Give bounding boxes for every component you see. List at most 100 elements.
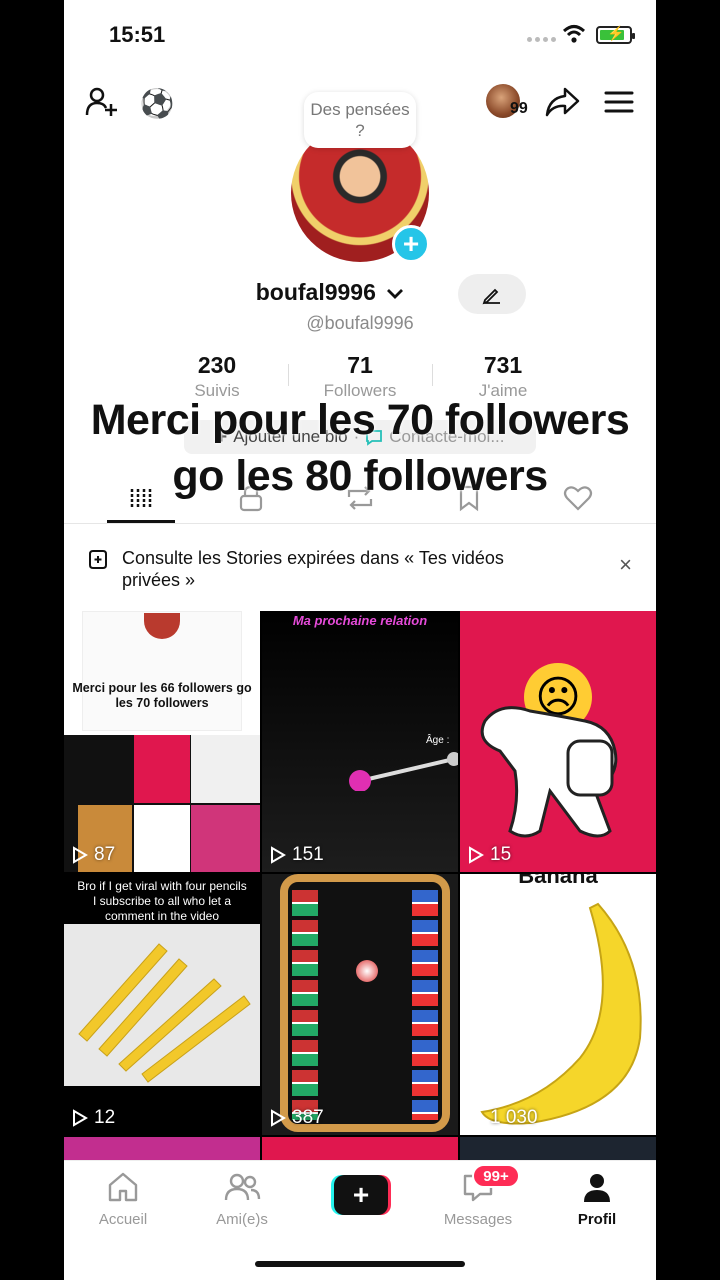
tab-private[interactable] (231, 480, 271, 516)
thumbnail-photo (64, 924, 260, 1086)
menu-button[interactable] (600, 82, 638, 122)
video-grid: Merci pour les 66 followers go les 70 fo… (64, 611, 656, 1161)
thumbnail-caption: Merci pour les 66 followers go les 70 fo… (72, 681, 252, 710)
view-count: 151 (270, 844, 324, 866)
stories-banner-text: Consulte les Stories expirées dans « Tes… (122, 548, 504, 590)
nav-label: Ami(e)s (216, 1211, 268, 1228)
create-button[interactable]: + (331, 1175, 391, 1215)
stat-label: J'aime (478, 381, 528, 400)
close-icon[interactable]: × (619, 552, 632, 578)
visitor-count: 99 (510, 100, 528, 117)
contact-link[interactable]: Contacte-moi... (389, 427, 504, 447)
tab-videos[interactable] (121, 480, 161, 516)
repost-icon (347, 486, 373, 510)
play-icon (73, 1109, 88, 1127)
nav-label: Profil (577, 1211, 617, 1228)
view-count: 387 (270, 1107, 324, 1129)
battery-icon: ⚡ (596, 25, 635, 44)
plus-icon: + (215, 425, 228, 448)
flags-arena (280, 874, 450, 1132)
stories-banner[interactable]: Consulte les Stories expirées dans « Tes… (64, 530, 656, 610)
tab-reposts[interactable] (340, 480, 380, 516)
video-thumbnail[interactable]: Banana 1 030 (460, 874, 656, 1135)
thumbnail-caption: Banana (518, 874, 598, 888)
flags-column-left (292, 890, 318, 1120)
nav-profile[interactable]: Profil (547, 1171, 647, 1228)
view-count-text: 387 (292, 1107, 324, 1128)
video-thumbnail[interactable] (64, 1137, 260, 1161)
tab-liked[interactable] (558, 480, 598, 516)
nav-label: Accueil (98, 1211, 148, 1228)
stat-value: 731 (483, 352, 523, 378)
nav-label: Messages (443, 1211, 513, 1228)
video-thumbnail[interactable]: Ma prochaine relation Âge : 151 (262, 611, 458, 872)
app-screen: 15:51 ⚡ ⚽ 99 Des pensées ? + boufal9996 … (64, 0, 656, 1280)
person-plus-icon (85, 87, 117, 116)
nav-friends[interactable]: Ami(e)s (192, 1171, 292, 1228)
edit-profile-button[interactable] (458, 274, 526, 314)
stat-label: Suivis (194, 381, 240, 400)
play-icon (469, 846, 484, 864)
video-thumbnail[interactable] (460, 1137, 656, 1161)
signal-icon (527, 37, 556, 42)
play-icon (271, 846, 286, 864)
play-icon (73, 846, 88, 864)
lock-icon (239, 485, 263, 512)
view-count-text: 1 030 (490, 1107, 538, 1128)
active-tab-indicator (107, 520, 175, 523)
create-icon: + (334, 1175, 388, 1215)
video-thumbnail[interactable]: ☹ 15 (460, 611, 656, 872)
chevron-down-icon (387, 288, 404, 299)
stat-following[interactable]: 230 Suivis (147, 352, 287, 401)
banana-graphic (480, 902, 642, 1125)
home-indicator (255, 1261, 465, 1267)
stat-value: 71 (347, 352, 373, 378)
view-count: 1 030 (468, 1107, 538, 1129)
view-count: 12 (72, 1107, 115, 1129)
view-count: 87 (72, 844, 115, 866)
view-count-text: 151 (292, 844, 324, 865)
play-icon (271, 1109, 286, 1127)
thumbnail-caption: Bro if I get viral with four pencils I s… (77, 879, 247, 923)
pencils-graphic (78, 943, 251, 1083)
username-text: boufal9996 (255, 279, 376, 305)
chat-icon (366, 430, 383, 446)
pencil-icon (482, 288, 500, 305)
content-tabs (64, 472, 656, 524)
stat-value: 230 (197, 352, 237, 378)
messages-badge: 99+ (472, 1164, 520, 1188)
stat-followers[interactable]: 71 Followers (290, 352, 430, 401)
bio-row: + Ajouter une bio · Contacte-moi... (184, 420, 536, 454)
video-thumbnail[interactable] (262, 1137, 458, 1161)
stat-label: Followers (323, 381, 397, 400)
view-count: 15 (468, 844, 511, 866)
nav-home[interactable]: Accueil (73, 1171, 173, 1228)
add-story-button[interactable]: + (392, 225, 430, 263)
home-icon (108, 1172, 138, 1202)
profile-stats: 230 Suivis 71 Followers 731 J'aime (64, 352, 656, 402)
username[interactable]: boufal9996 (64, 279, 656, 306)
soccer-ball-icon[interactable]: ⚽ (140, 86, 175, 120)
status-bar: 15:51 ⚡ (64, 0, 656, 70)
grid-lines-icon (130, 489, 152, 507)
story-add-icon (89, 550, 107, 569)
thought-bubble[interactable]: Des pensées ? (304, 92, 416, 148)
video-thumbnail[interactable]: Bro if I get viral with four pencils I s… (64, 874, 260, 1135)
add-friend-button[interactable] (82, 82, 122, 122)
wifi-icon (562, 25, 586, 43)
video-thumbnail[interactable]: 387 (262, 874, 458, 1135)
slider-graphic (349, 752, 458, 791)
thumbs-down-figure (480, 706, 618, 838)
add-bio-link[interactable]: Ajouter une bio (233, 427, 347, 447)
video-thumbnail[interactable]: Merci pour les 66 followers go les 70 fo… (64, 611, 260, 872)
tab-favorites[interactable] (449, 480, 489, 516)
view-count-text: 12 (94, 1107, 116, 1128)
divider (288, 364, 289, 386)
view-count-text: 15 (490, 844, 512, 865)
friends-icon (224, 1173, 261, 1201)
stat-likes[interactable]: 731 J'aime (433, 352, 573, 401)
play-icon (469, 1109, 484, 1127)
status-time: 15:51 (109, 22, 166, 47)
hamburger-icon (604, 91, 634, 113)
share-button[interactable] (540, 82, 584, 122)
